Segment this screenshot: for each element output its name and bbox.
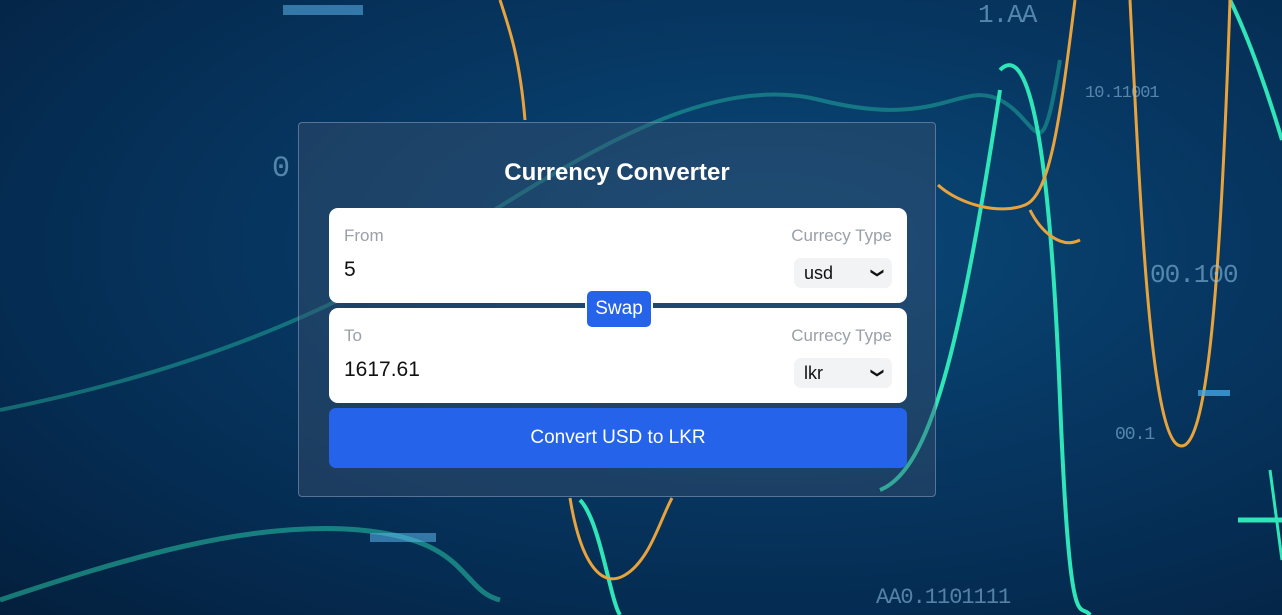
from-currency-type-label: Currecy Type	[791, 226, 892, 245]
bg-number-2: 10.11001	[1085, 84, 1160, 103]
page-title: Currency Converter	[504, 159, 730, 186]
to-label: To	[344, 326, 362, 345]
bg-number-5: AA0.1101111	[876, 585, 1011, 610]
to-currency-select[interactable]: lkr ❯	[794, 358, 892, 388]
chevron-down-icon: ❯	[870, 267, 886, 279]
chevron-down-icon: ❯	[870, 367, 886, 379]
from-label: From	[344, 226, 384, 245]
converter-card: Currency Converter From Currecy Type usd…	[298, 122, 936, 497]
from-currency-select[interactable]: usd ❯	[794, 258, 892, 288]
swap-button[interactable]: Swap	[585, 289, 653, 329]
convert-button[interactable]: Convert USD to LKR	[329, 408, 907, 468]
to-currency-value: lkr	[804, 363, 823, 383]
bg-number-1: 1.AA	[978, 0, 1037, 30]
to-currency-type-label: Currecy Type	[791, 326, 892, 345]
to-amount-input[interactable]	[344, 358, 644, 382]
bg-number-4: 00.1	[1115, 425, 1155, 445]
from-currency-value: usd	[804, 263, 834, 283]
bg-number-6: 0	[272, 152, 290, 186]
bg-number-3: 00.100	[1150, 260, 1239, 290]
from-amount-input[interactable]	[344, 258, 644, 282]
